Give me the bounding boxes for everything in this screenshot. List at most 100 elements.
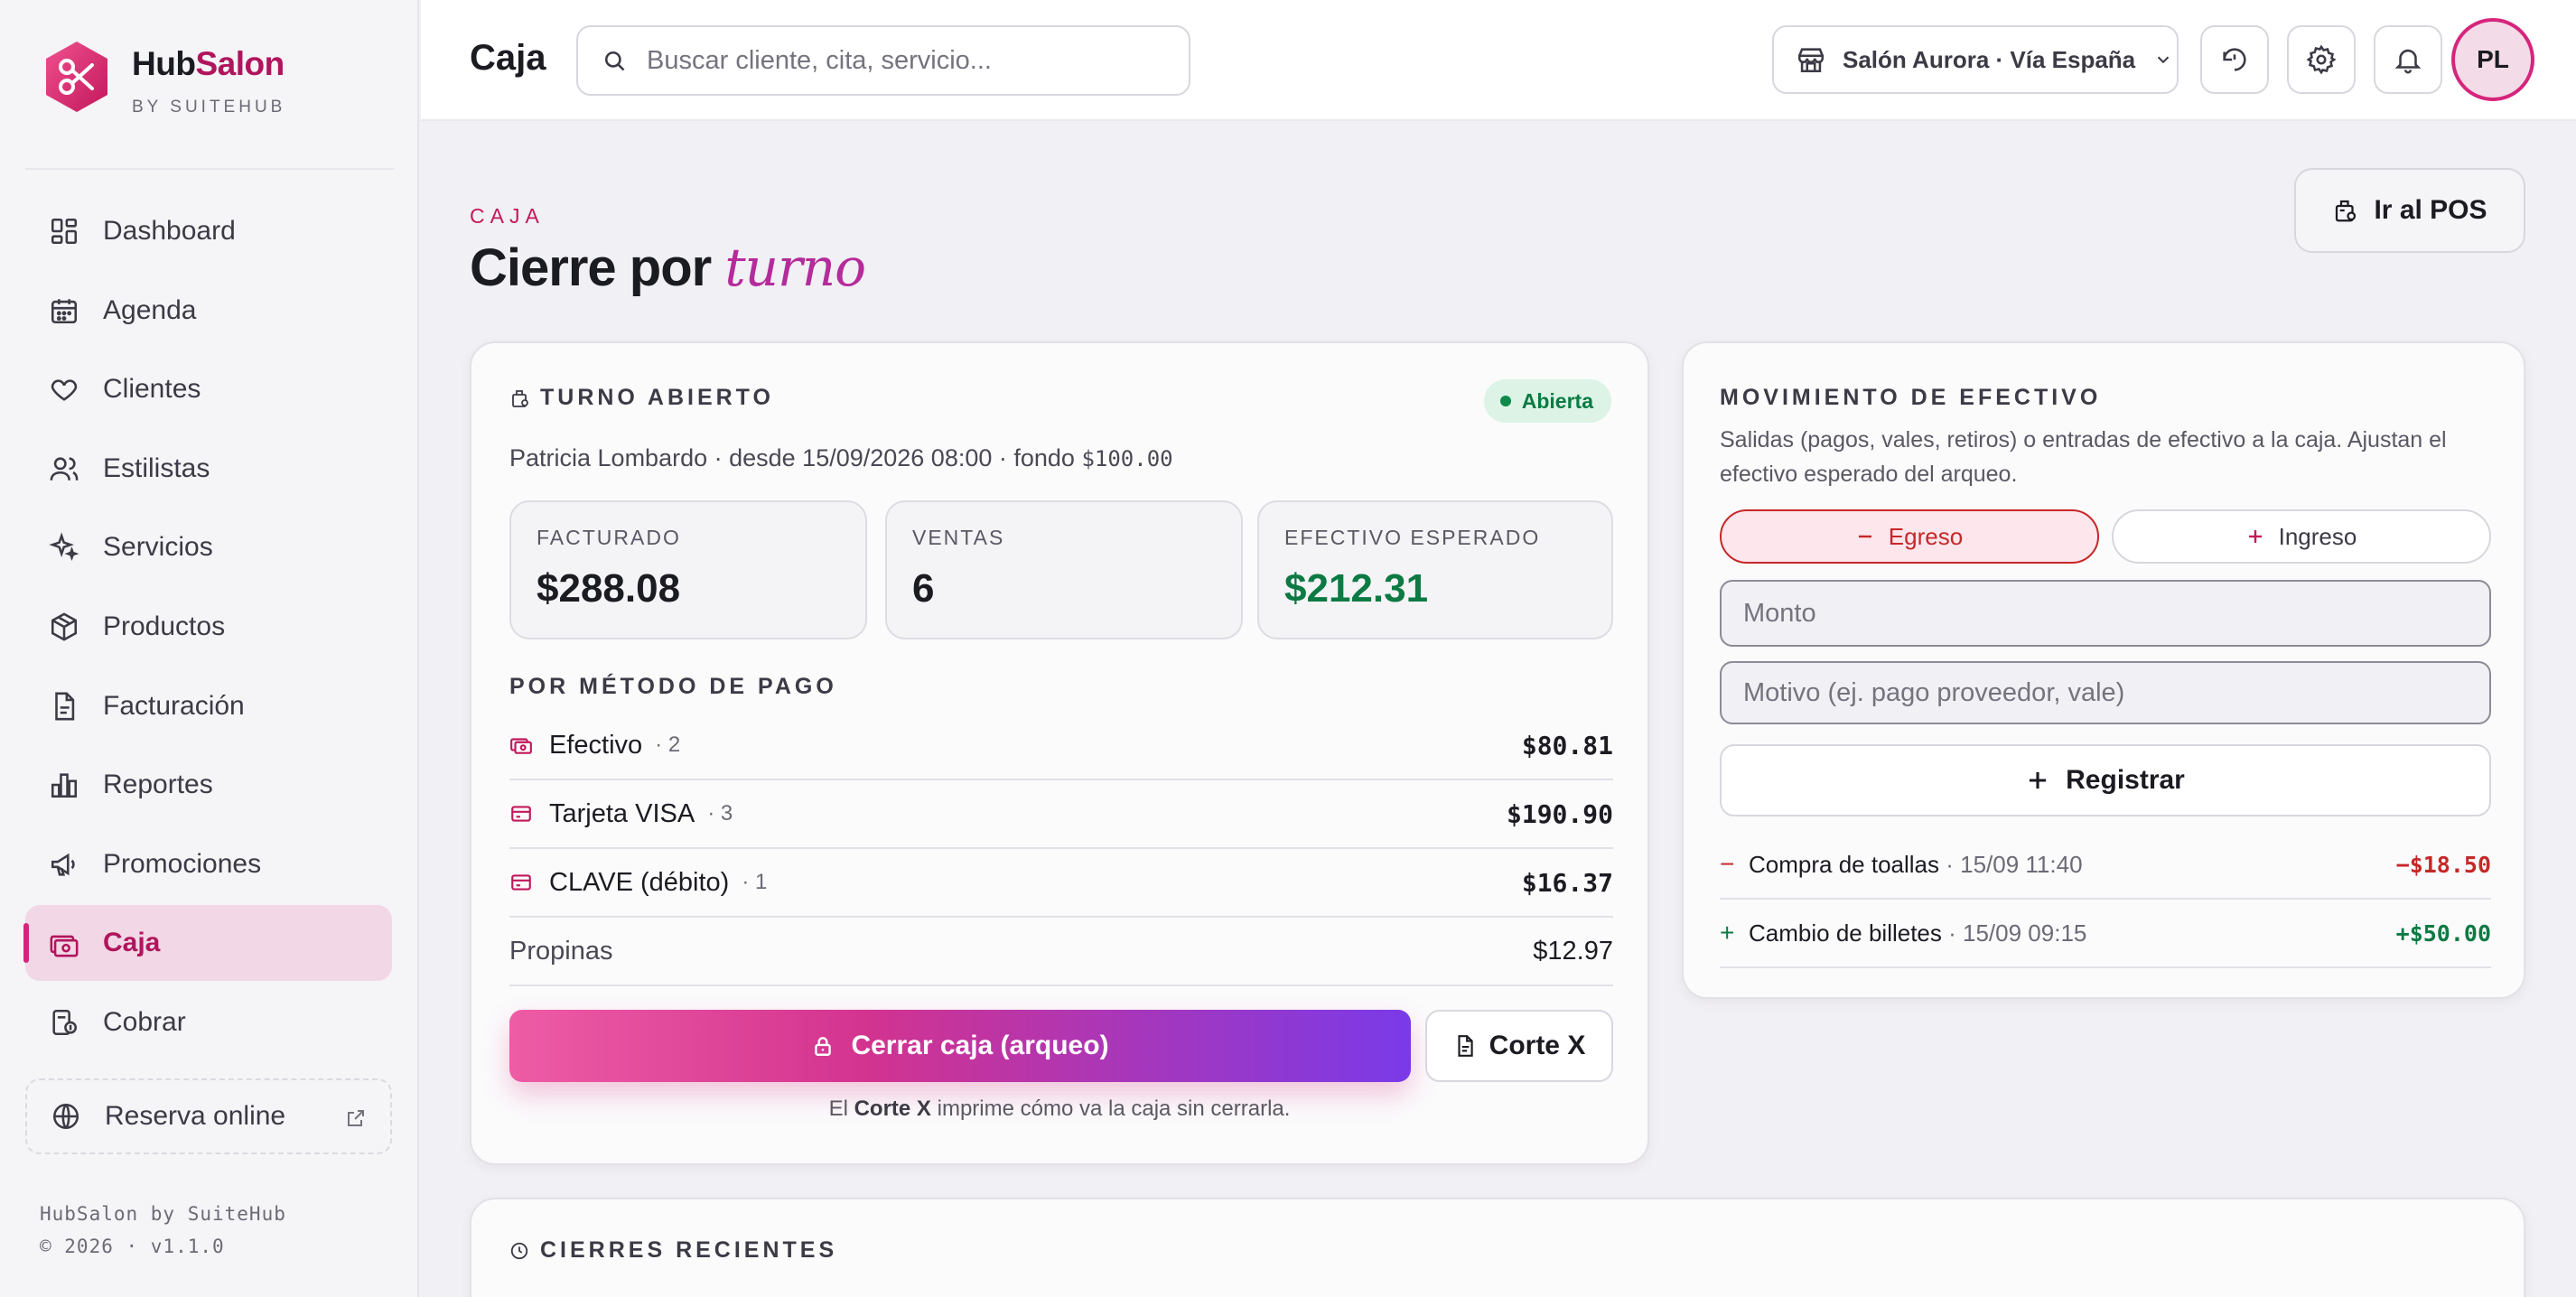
corte-x-button[interactable]: Corte X [1425, 1010, 1613, 1082]
fondo-amount: $100.00 [1081, 446, 1173, 471]
method-row: Efectivo · 2 $80.81 [509, 712, 1613, 780]
sidebar-item-reportes[interactable]: Reportes [25, 747, 392, 823]
page-title: Cierre por turno [470, 237, 866, 298]
amount-placeholder: Monto [1743, 598, 1816, 628]
credit-card-icon [511, 874, 531, 891]
sidebar-item-promociones[interactable]: Promociones [25, 826, 392, 902]
ingreso-toggle[interactable]: Ingreso [2112, 509, 2491, 564]
corte-x-label: Corte X [1489, 1031, 1586, 1060]
divider [25, 168, 394, 170]
avatar[interactable]: PL [2451, 18, 2534, 101]
method-amount: $190.90 [1506, 798, 1613, 829]
sidebar-item-facturacion[interactable]: Facturación [25, 668, 392, 744]
status-badge: Abierta [1483, 379, 1611, 423]
turno-header: TURNO ABIERTO [509, 385, 774, 411]
globe-icon [52, 1103, 79, 1130]
box-icon [51, 612, 78, 641]
method-name: CLAVE (débito) [549, 867, 730, 897]
method-name: Efectivo [549, 730, 643, 760]
turno-label: TURNO ABIERTO [540, 385, 774, 410]
notifications-button[interactable] [2374, 25, 2442, 94]
payment-methods-list: Efectivo · 2 $80.81 Tarjeta VISA · 3 $19… [509, 712, 1613, 986]
footer-version: © 2026 · v1.1.0 [40, 1236, 225, 1257]
sidebar-item-label: Dashboard [103, 216, 236, 246]
method-count: · 1 [742, 870, 768, 894]
sidebar-item-label: Reportes [103, 770, 213, 800]
egreso-label: Egreso [1888, 522, 1964, 550]
plus-icon [2248, 530, 2262, 543]
status-dot [1499, 396, 1511, 406]
sidebar-item-label: Cobrar [103, 1006, 186, 1037]
page-eyebrow: CAJA [470, 204, 545, 228]
coins-icon [52, 1009, 78, 1035]
sidebar-item-cobrar[interactable]: Cobrar [25, 984, 392, 1060]
go-to-pos-button[interactable]: Ir al POS [2294, 168, 2525, 253]
stat-label: VENTAS [912, 526, 1005, 549]
sidebar-item-label: Promociones [103, 848, 262, 879]
stat-ventas: VENTAS 6 [885, 500, 1243, 639]
location-label: Salón Aurora · Vía España [1843, 45, 2136, 73]
scissors-logo-icon [46, 42, 107, 112]
topbar: Caja Buscar cliente, cita, servicio... S… [421, 0, 2576, 121]
cash-register-icon [50, 935, 79, 957]
method-count: · 2 [655, 732, 681, 757]
sidebar-item-agenda[interactable]: Agenda [25, 273, 392, 349]
close-register-button[interactable]: Cerrar caja (arqueo) [509, 1010, 1411, 1082]
brand[interactable]: HubSalon BY SUITEHUB [40, 40, 285, 117]
method-row: CLAVE (débito) · 1 $16.37 [509, 849, 1613, 918]
corte-x-hint: El Corte X imprime cómo va la caja sin c… [828, 1096, 1291, 1121]
methods-title: POR MÉTODO DE PAGO [509, 674, 837, 699]
sidebar-item-clientes[interactable]: Clientes [25, 351, 392, 427]
reason-input[interactable]: Motivo (ej. pago proveedor, vale) [1720, 661, 2491, 724]
ingreso-label: Ingreso [2278, 522, 2357, 550]
sidebar: HubSalon BY SUITEHUB Dashboard Agenda Cl… [0, 0, 419, 1297]
movement-title: Compra de toallas [1749, 850, 1939, 878]
document-icon [55, 692, 75, 721]
chevron-down-icon [2157, 56, 2170, 64]
egreso-toggle[interactable]: Egreso [1720, 509, 2099, 564]
cash-icon [510, 738, 532, 754]
stat-label: EFECTIVO ESPERADO [1284, 526, 1541, 549]
credit-card-icon [511, 806, 531, 822]
sidebar-footer: HubSalon by SuiteHub © 2026 · v1.1.0 [40, 1198, 286, 1263]
sidebar-item-label: Caja [103, 928, 161, 958]
status-label: Abierta [1521, 388, 1593, 413]
footer-line: HubSalon by SuiteHub [40, 1203, 286, 1225]
stat-value: $212.31 [1284, 566, 1429, 611]
search-input[interactable]: Buscar cliente, cita, servicio... [576, 25, 1190, 96]
recent-closings-card: CIERRES RECIENTES [470, 1198, 2525, 1297]
register-button[interactable]: Registrar [1720, 744, 2491, 816]
settings-button[interactable] [2287, 25, 2356, 94]
cash-register-icon [512, 389, 528, 407]
stat-value: $288.08 [537, 566, 681, 611]
turno-card: TURNO ABIERTO Abierta Patricia Lombardo … [470, 341, 1649, 1165]
gear-icon [2306, 44, 2337, 75]
movement-amount: +$50.00 [2395, 919, 2491, 947]
sidebar-nav: Dashboard Agenda Clientes Estilistas Ser… [23, 193, 392, 1064]
document-icon [1458, 1035, 1473, 1057]
method-row: Tarjeta VISA · 3 $190.90 [509, 780, 1613, 849]
megaphone-icon [51, 853, 75, 876]
minus-icon: − [1720, 850, 1735, 878]
list-item: + Cambio de billetes · 15/09 09:15 +$50.… [1720, 900, 2491, 968]
cash-register-icon [2336, 200, 2357, 222]
brand-name: HubSalon [132, 45, 285, 82]
history-button[interactable] [2200, 25, 2269, 94]
location-selector[interactable]: Salón Aurora · Vía España [1772, 25, 2179, 94]
amount-input[interactable]: Monto [1720, 580, 2491, 647]
sidebar-item-caja[interactable]: Caja [23, 905, 392, 982]
movement-amount: −$18.50 [2395, 851, 2491, 878]
movement-description: Salidas (pagos, vales, retiros) o entrad… [1720, 427, 2447, 487]
recent-closings-title: CIERRES RECIENTES [540, 1237, 838, 1263]
reserva-online-link[interactable]: Reserva online [25, 1078, 392, 1154]
sidebar-item-estilistas[interactable]: Estilistas [25, 431, 392, 507]
sidebar-item-productos[interactable]: Productos [25, 589, 392, 665]
movement-title: Cambio de billetes [1749, 919, 1942, 947]
sidebar-item-dashboard[interactable]: Dashboard [25, 193, 392, 269]
sidebar-item-servicios[interactable]: Servicios [25, 509, 392, 585]
sidebar-item-label: Productos [103, 611, 226, 641]
method-name: Tarjeta VISA [549, 798, 695, 828]
sidebar-item-label: Servicios [103, 532, 213, 563]
dashboard-icon [51, 218, 78, 245]
movement-meta: · 15/09 11:40 [1946, 850, 2083, 878]
